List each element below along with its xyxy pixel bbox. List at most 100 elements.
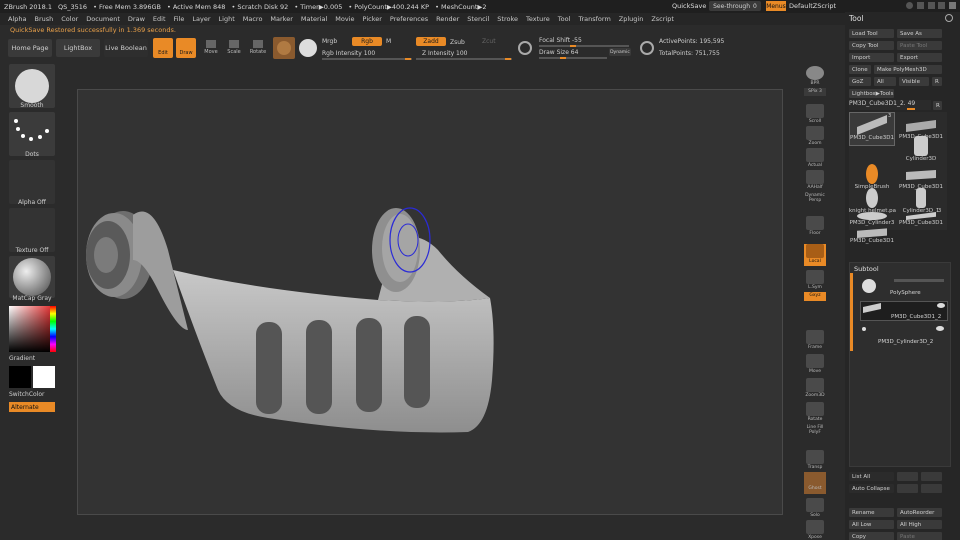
tool-thumb-1[interactable]: 3 PM3D_Cube3D1: [849, 112, 895, 146]
scroll-button[interactable]: Scroll: [804, 104, 826, 124]
rgb-intensity-handle[interactable]: [405, 58, 411, 60]
copy-tool-button[interactable]: Copy Tool: [849, 41, 894, 50]
color-target-icon[interactable]: [299, 39, 317, 57]
color-picker[interactable]: [9, 306, 55, 352]
paste-tool-button[interactable]: Paste Tool: [897, 41, 942, 50]
goz-button[interactable]: GoZ: [849, 77, 871, 86]
menu-render[interactable]: Render: [436, 15, 459, 23]
eye-icon[interactable]: [936, 326, 944, 331]
material-selector[interactable]: [9, 256, 55, 298]
goz-r-button[interactable]: R: [932, 77, 942, 86]
paste-subtool-button[interactable]: Paste: [897, 532, 942, 540]
secondary-color-swatch[interactable]: [33, 366, 55, 388]
make-polymesh-button[interactable]: Make PolyMesh3D: [874, 65, 942, 74]
menu-movie[interactable]: Movie: [335, 15, 354, 23]
zadd-button[interactable]: Zadd: [416, 37, 446, 46]
close-icon[interactable]: [949, 2, 956, 9]
rotate-view-button[interactable]: Rotate: [804, 402, 826, 422]
menu-stencil[interactable]: Stencil: [467, 15, 489, 23]
rgb-intensity-slider[interactable]: Rgb Intensity 100: [322, 50, 375, 57]
solo-button[interactable]: Solo: [804, 498, 826, 518]
subtool-item-cube[interactable]: PM3D_Cube3D1_2: [860, 301, 948, 321]
persp-button[interactable]: Dynamic Persp: [804, 192, 826, 212]
menu-macro[interactable]: Macro: [243, 15, 263, 23]
menu-zscript[interactable]: Zscript: [651, 15, 674, 23]
rgb-button[interactable]: Rgb: [352, 37, 382, 46]
menu-transform[interactable]: Transform: [578, 15, 610, 23]
tool-palette-title[interactable]: Tool: [849, 14, 864, 23]
frame-button[interactable]: Frame: [804, 330, 826, 350]
zoom-button[interactable]: Zoom: [804, 126, 826, 146]
all-low-button[interactable]: All Low: [849, 520, 894, 529]
texture-selector[interactable]: [9, 208, 55, 252]
material-swatch[interactable]: [273, 37, 295, 59]
draw-button[interactable]: Draw: [176, 38, 196, 58]
move-down-arrow-icon[interactable]: [921, 472, 942, 481]
live-boolean-button[interactable]: Live Boolean: [104, 39, 148, 57]
lightbox-tools-button[interactable]: Lightbox▶Tools: [849, 89, 894, 98]
alternate-button[interactable]: Alternate: [9, 402, 55, 412]
default-zscript[interactable]: DefaultZScript: [789, 2, 836, 10]
scale-button[interactable]: Scale: [223, 49, 245, 55]
eye-icon[interactable]: [937, 303, 945, 308]
menu-tool[interactable]: Tool: [558, 15, 571, 23]
menus-toggle[interactable]: Menus: [766, 1, 786, 11]
tool-thumb-9[interactable]: 3 PM3D_Cube3D1: [898, 208, 944, 230]
menu-draw[interactable]: Draw: [128, 15, 145, 23]
menu-marker[interactable]: Marker: [270, 15, 292, 23]
alpha-selector[interactable]: [9, 160, 55, 204]
quicksave-button[interactable]: QuickSave: [672, 2, 706, 10]
import-button[interactable]: Import: [849, 53, 894, 62]
actual-button[interactable]: Actual: [804, 148, 826, 168]
export-button[interactable]: Export: [897, 53, 942, 62]
menu-color[interactable]: Color: [61, 15, 78, 23]
subtool-scrollbar[interactable]: [850, 273, 853, 351]
maximize-icon[interactable]: [938, 2, 946, 9]
menu-document[interactable]: Document: [86, 15, 120, 23]
help-icon[interactable]: [906, 2, 913, 9]
z-intensity-handle[interactable]: [505, 58, 511, 60]
menu-brush[interactable]: Brush: [34, 15, 53, 23]
xpose-button[interactable]: Xpose: [804, 520, 826, 540]
menu-preferences[interactable]: Preferences: [390, 15, 428, 23]
move-view-button[interactable]: Move: [804, 354, 826, 374]
copy-subtool-button[interactable]: Copy: [849, 532, 894, 540]
subtool-item-cylinder[interactable]: PM3D_Cylinder3D_2: [860, 325, 948, 347]
subtool-item-polysphere[interactable]: PolySphere: [860, 277, 948, 299]
edit-button[interactable]: Edit: [153, 38, 173, 58]
zsub-button[interactable]: Zsub: [450, 39, 465, 46]
menu-picker[interactable]: Picker: [363, 15, 382, 23]
rotate-button[interactable]: Rotate: [247, 49, 269, 55]
menu-zplugin[interactable]: Zplugin: [619, 15, 644, 23]
local-button[interactable]: Local: [804, 244, 826, 266]
floor-button[interactable]: Floor: [804, 216, 826, 236]
tool-thumb-10[interactable]: PM3D_Cube3D1: [849, 222, 895, 256]
auto-collapse-button[interactable]: Auto Collapse: [849, 484, 894, 493]
save-as-button[interactable]: Save As: [897, 29, 942, 38]
gradient-label[interactable]: Gradient: [9, 355, 55, 362]
primary-color-swatch[interactable]: [9, 366, 31, 388]
spix-slider[interactable]: SPix 3: [804, 88, 826, 96]
linefill-button[interactable]: Line Fill PolyF: [804, 424, 826, 444]
list-all-button[interactable]: List All: [849, 472, 894, 481]
rename-button[interactable]: Rename: [849, 508, 894, 517]
goz-visible-button[interactable]: Visible: [899, 77, 929, 86]
lightbox-button[interactable]: LightBox: [56, 39, 100, 57]
bpr-button[interactable]: BPR: [804, 66, 826, 86]
focal-shift-handle[interactable]: [570, 45, 576, 47]
viewport-canvas[interactable]: [77, 89, 783, 515]
clone-button[interactable]: Clone: [849, 65, 871, 74]
arrow-down-right-icon[interactable]: [921, 484, 942, 493]
dynamic-button[interactable]: Dynamic: [609, 48, 631, 56]
ghost-button[interactable]: Ghost: [804, 472, 826, 494]
current-tool-handle[interactable]: [907, 108, 915, 110]
seethrough-slider[interactable]: See-through 0: [709, 1, 761, 11]
move-up-arrow-icon[interactable]: [897, 472, 918, 481]
all-high-button[interactable]: All High: [897, 520, 942, 529]
focal-shift-slider[interactable]: Focal Shift -55: [539, 37, 582, 44]
auto-reorder-button[interactable]: AutoReorder: [897, 508, 942, 517]
menu-light[interactable]: Light: [219, 15, 235, 23]
draw-size-handle[interactable]: [560, 57, 566, 59]
focal-curve-icon[interactable]: [518, 41, 532, 55]
draw-size-slider[interactable]: Draw Size 64: [539, 49, 578, 56]
